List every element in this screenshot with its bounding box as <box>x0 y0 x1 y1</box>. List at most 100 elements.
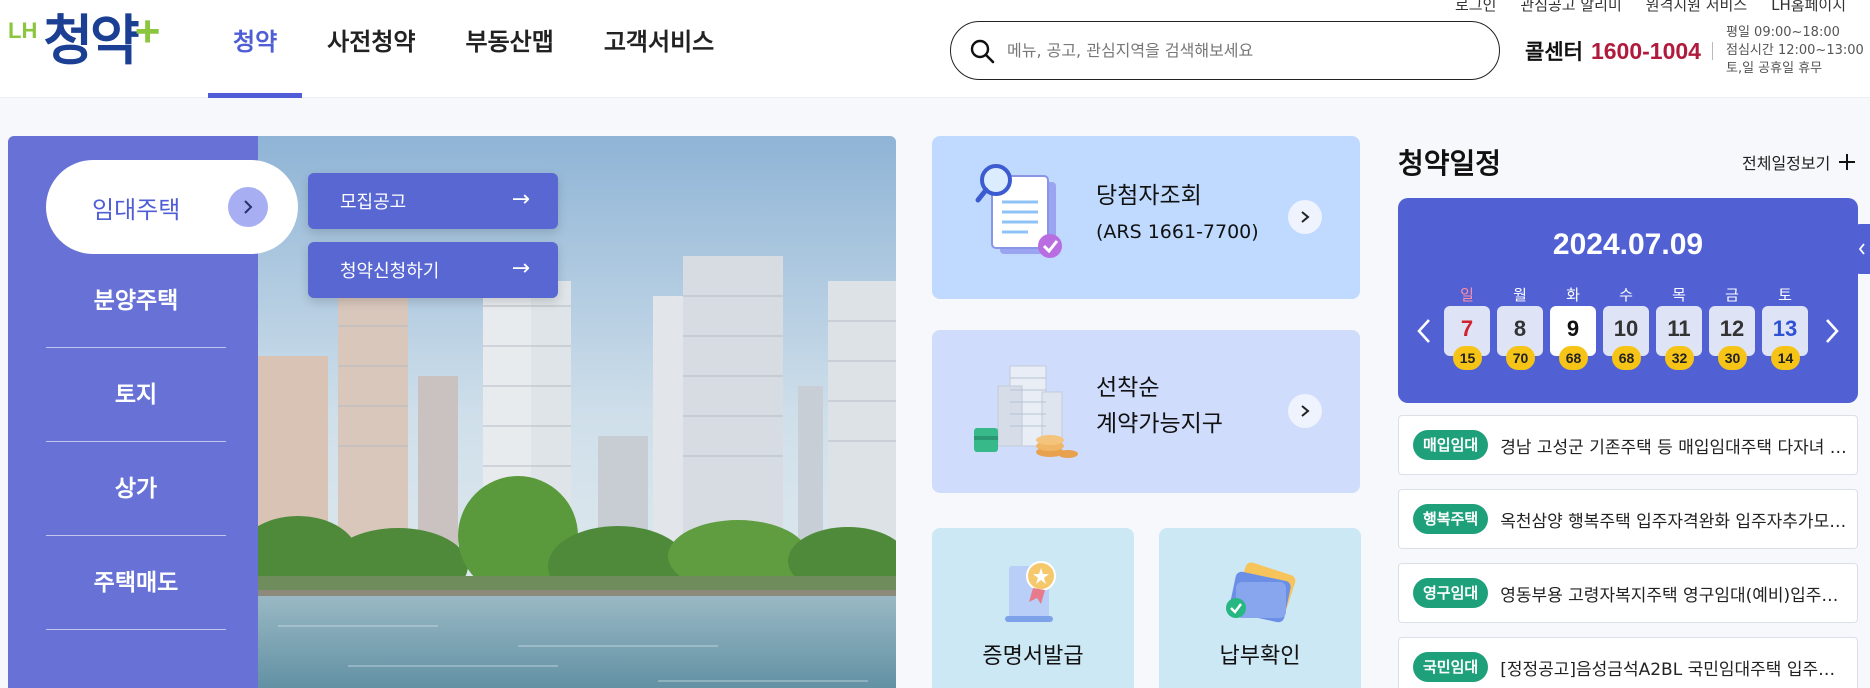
notice-list: 매입임대 경남 고성군 기존주택 등 매입임대주택 다자녀 … 행복주택 옥천삼… <box>1398 415 1858 688</box>
logo-suffix: + <box>134 7 161 56</box>
notice-item[interactable]: 영구임대 영동부용 고령자복지주택 영구임대(예비)입주… <box>1398 563 1858 623</box>
category-item-land[interactable]: 토지 <box>46 348 226 442</box>
category-nav: 임대주택 분양주택 토지 상가 주택매도 <box>8 136 298 688</box>
chevron-left-icon[interactable] <box>1412 316 1436 346</box>
chevron-left-icon <box>1858 243 1865 255</box>
chevron-right-icon[interactable] <box>228 187 268 227</box>
schedule-title: 청약일정 <box>1398 147 1502 180</box>
category-item-rental-housing[interactable]: 임대주택 <box>46 160 298 254</box>
gnb-item-subscription[interactable]: 청약 <box>208 0 303 98</box>
global-nav: 청약 사전청약 부동산맵 고객서비스 <box>208 0 739 98</box>
notice-tag: 매입임대 <box>1413 430 1489 460</box>
day-count-badge: 32 <box>1665 346 1694 370</box>
day-count-badge: 15 <box>1453 346 1482 370</box>
card-first-come-text: 선착순 계약가능지구 <box>1096 370 1223 442</box>
notice-text: 경남 고성군 기존주택 등 매입임대주택 다자녀 … <box>1500 437 1847 458</box>
submenu-label: 청약신청하기 <box>340 261 440 282</box>
chevron-right-icon[interactable] <box>1288 200 1322 234</box>
wallet-check-icon <box>1226 562 1296 623</box>
notice-item[interactable]: 행복주택 옥천삼양 행복주택 입주자격완화 입주자추가모… <box>1398 489 1858 549</box>
day-count-badge: 68 <box>1559 346 1588 370</box>
card-winner-lookup[interactable]: 당첨자조회 (ARS 1661-7700) <box>932 136 1360 299</box>
calendar-day[interactable]: 토 13 14 <box>1762 284 1808 370</box>
hours-lunch: 점심시간 12:00~13:00 <box>1726 43 1864 58</box>
category-item-house-sale[interactable]: 주택매도 <box>46 536 226 630</box>
card-winner-ars: (ARS 1661-7700) <box>1096 221 1259 243</box>
submenu-label: 모집공고 <box>340 192 407 213</box>
notice-tag: 국민임대 <box>1413 652 1489 682</box>
schedule-calendar: 2024.07.09 일 7 15 월 8 70 화 9 68 수 10 68 … <box>1398 198 1858 403</box>
card-winner-title: 당첨자조회 <box>1096 183 1202 209</box>
callcenter-number[interactable]: 1600-1004 <box>1591 38 1701 65</box>
callcenter-label: 콜센터 <box>1525 40 1583 64</box>
util-homepage-link[interactable]: LH홈페이지 <box>1771 0 1846 15</box>
day-count-badge: 68 <box>1612 346 1641 370</box>
card-first-come-contract[interactable]: 선착순 계약가능지구 <box>932 330 1360 493</box>
calendar-date: 2024.07.09 <box>1552 228 1704 261</box>
card-payment-title: 납부확인 <box>1219 644 1301 669</box>
view-all-schedule-link[interactable]: 전체일정보기 <box>1742 150 1856 174</box>
notice-item[interactable]: 국민임대 [정정공고]음성금석A2BL 국민임대주택 입주… <box>1398 637 1858 688</box>
utility-links: 로그인 관심공고 알리미 원격지원 서비스 LH홈페이지 <box>1455 0 1846 15</box>
category-list: 분양주택 토지 상가 주택매도 <box>46 254 226 630</box>
calendar-week: 일 7 15 월 8 70 화 9 68 수 10 68 목 11 32 금 1… <box>1444 284 1808 370</box>
calendar-day[interactable]: 월 8 70 <box>1497 284 1543 370</box>
weekday-label: 토 <box>1778 286 1792 304</box>
util-alert-link[interactable]: 관심공고 알리미 <box>1520 0 1621 15</box>
logo[interactable]: LH 청약 + <box>8 10 160 68</box>
weekday-label: 수 <box>1619 286 1633 304</box>
gnb-item-real-estate-map[interactable]: 부동산맵 <box>441 0 579 98</box>
business-hours: 평일 09:00~18:00 점심시간 12:00~13:00 토,일 공휴일 … <box>1726 24 1864 78</box>
view-all-label: 전체일정보기 <box>1742 154 1831 173</box>
side-panel-toggle[interactable] <box>1854 224 1870 274</box>
header: 로그인 관심공고 알리미 원격지원 서비스 LH홈페이지 LH 청약 + 청약 … <box>0 0 1870 98</box>
calendar-day[interactable]: 금 12 30 <box>1709 284 1755 370</box>
card-payment-check[interactable]: 납부확인 <box>1159 528 1361 688</box>
day-count-badge: 14 <box>1771 346 1800 370</box>
notice-text: 옥천삼양 행복주택 입주자격완화 입주자추가모… <box>1500 511 1847 532</box>
logo-name: 청약 <box>43 9 139 72</box>
search-input[interactable] <box>1007 41 1477 60</box>
day-count-badge: 30 <box>1718 346 1747 370</box>
weekday-label: 월 <box>1513 286 1527 304</box>
gnb-item-customer-service[interactable]: 고객서비스 <box>579 0 739 98</box>
weekday-label: 금 <box>1725 286 1739 304</box>
card-first-come-line1: 선착순 <box>1096 375 1160 401</box>
category-item-commercial[interactable]: 상가 <box>46 442 226 536</box>
hours-weekend: 토,일 공휴일 휴무 <box>1726 61 1823 76</box>
day-count-badge: 70 <box>1506 346 1535 370</box>
weekday-label: 목 <box>1672 286 1686 304</box>
notice-item[interactable]: 매입임대 경남 고성군 기존주택 등 매입임대주택 다자녀 … <box>1398 415 1858 475</box>
gnb-item-pre-subscription[interactable]: 사전청약 <box>302 0 440 98</box>
category-item-sale-housing[interactable]: 분양주택 <box>46 254 226 348</box>
card-winner-text: 당첨자조회 (ARS 1661-7700) <box>1096 178 1259 250</box>
notice-text: [정정공고]음성금석A2BL 국민임대주택 입주… <box>1500 659 1836 680</box>
submenu-recruitment-notice[interactable]: 모집공고 → <box>308 173 558 229</box>
calendar-day[interactable]: 수 10 68 <box>1603 284 1649 370</box>
document-search-icon <box>975 164 1062 258</box>
notice-tag: 영구임대 <box>1413 578 1489 608</box>
util-login-link[interactable]: 로그인 <box>1455 0 1496 15</box>
submenu-apply[interactable]: 청약신청하기 → <box>308 242 558 298</box>
chevron-right-icon[interactable] <box>1288 394 1322 428</box>
callcenter-divider <box>1712 42 1713 60</box>
card-certificate-issue[interactable]: 증명서발급 <box>932 528 1134 688</box>
util-remote-link[interactable]: 원격지원 서비스 <box>1646 0 1747 15</box>
building-coins-icon <box>974 365 1078 458</box>
category-active-label: 임대주택 <box>92 195 181 224</box>
search-icon[interactable] <box>969 38 995 64</box>
calendar-day[interactable]: 일 7 15 <box>1444 284 1490 370</box>
notice-tag: 행복주택 <box>1413 504 1489 534</box>
callcenter: 콜센터 1600-1004 <box>1525 36 1701 66</box>
plus-icon <box>1839 154 1856 170</box>
card-certificate-title: 증명서발급 <box>982 644 1084 669</box>
calendar-day-today[interactable]: 화 9 68 <box>1550 284 1596 370</box>
calendar-day[interactable]: 목 11 32 <box>1656 284 1702 370</box>
card-first-come-line2: 계약가능지구 <box>1096 411 1223 437</box>
weekday-label: 일 <box>1460 286 1474 304</box>
arrow-right-icon: → <box>511 256 530 281</box>
chevron-right-icon[interactable] <box>1820 316 1844 346</box>
notice-text: 영동부용 고령자복지주택 영구임대(예비)입주… <box>1500 585 1839 606</box>
logo-prefix: LH <box>8 18 38 43</box>
search-bar[interactable] <box>950 21 1500 80</box>
